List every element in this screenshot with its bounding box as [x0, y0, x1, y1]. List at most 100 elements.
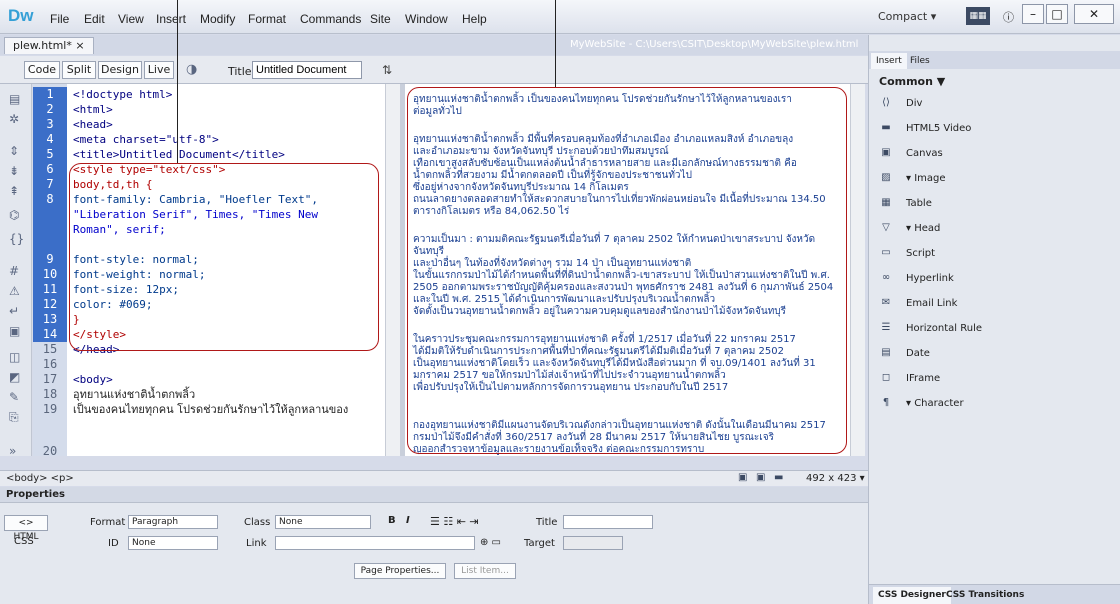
id-label: ID [108, 538, 119, 549]
word-wrap-icon[interactable]: ↵ [9, 304, 19, 318]
title-attr-label: Title [536, 517, 558, 528]
insert-horizontal-rule[interactable]: ☰ Horizontal Rule [879, 320, 1109, 340]
insert-script[interactable]: ▭ Script [879, 245, 1109, 265]
menu-site[interactable]: Site [370, 12, 391, 26]
menu-format[interactable]: Format [248, 12, 286, 26]
insert-canvas[interactable]: ▣ Canvas [879, 145, 1109, 165]
list-icons[interactable]: ☰ ☷ ⇤ ⇥ [430, 515, 479, 528]
workspace-switcher[interactable]: Compact ▾ [878, 10, 936, 23]
info-icon[interactable]: ⓘ [1003, 9, 1014, 25]
tablet-size-icon[interactable]: ▣ [756, 472, 765, 483]
desktop-size-icon[interactable]: ▬ [774, 472, 783, 483]
menu-view[interactable]: View [118, 12, 144, 26]
class-select[interactable]: None [275, 515, 371, 529]
select-parent-icon[interactable]: ⌬ [9, 208, 19, 222]
insert-html5-video[interactable]: ▬ HTML5 Video [879, 120, 1109, 140]
line-number: 1 [33, 87, 67, 102]
right-panel: Insert Files Common ▼ ⟨⟩ Div ▬ HTML5 Video… [868, 35, 1120, 604]
file-management-icon[interactable]: ⇅ [382, 63, 392, 77]
link-input[interactable] [275, 536, 475, 550]
collapse-tag-icon[interactable]: ⇟ [9, 164, 19, 178]
tab-css-transitions[interactable]: CSS Transitions [941, 587, 1029, 604]
minimize-button[interactable]: – [1022, 4, 1044, 24]
insert-iframe[interactable]: ◻ IFrame [879, 370, 1109, 390]
line-number: 12 [33, 297, 67, 312]
insert-date[interactable]: ▤ Date [879, 345, 1109, 365]
insert-files-tabs: Insert Files [869, 51, 1120, 69]
italic-button[interactable]: I [406, 515, 410, 526]
line-number: 13 [33, 312, 67, 327]
insert-item-label: Table [906, 198, 932, 209]
menu-modify[interactable]: Modify [200, 12, 235, 26]
remove-comment-icon[interactable]: ◩ [9, 370, 20, 384]
tab-plew-html[interactable]: plew.html* × [4, 37, 94, 54]
split-view-button[interactable]: Split [62, 61, 96, 79]
id-select[interactable]: None [128, 536, 218, 550]
browse-folder-icon[interactable]: ⊕ ▭ [480, 537, 501, 548]
css-mode-button[interactable]: CSS [14, 536, 34, 547]
expand-icon[interactable]: ⇕ [9, 144, 19, 158]
syntax-error-icon[interactable]: ▣ [9, 324, 20, 338]
menu-file[interactable]: File [50, 12, 69, 26]
format-select[interactable]: Paragraph [128, 515, 218, 529]
document-title-input[interactable] [252, 61, 362, 79]
list-item-button[interactable]: List Item... [454, 563, 516, 579]
line-number: 18 [42, 387, 58, 401]
apply-comment-icon[interactable]: ◫ [9, 350, 20, 364]
maximize-button[interactable]: □ [1046, 4, 1068, 24]
bold-button[interactable]: B [388, 515, 396, 526]
window-size[interactable]: 492 x 423 ▾ [806, 473, 865, 484]
page-properties-button[interactable]: Page Properties... [354, 563, 446, 579]
menu-insert[interactable]: Insert [156, 12, 186, 26]
close-button[interactable]: ✕ [1074, 4, 1114, 24]
line-number: 16 [42, 357, 58, 371]
grid-icon[interactable]: ▦▦ [966, 7, 990, 25]
target-select[interactable] [563, 536, 623, 550]
globe-icon[interactable]: ◑ [186, 62, 197, 77]
insert-hyperlink[interactable]: ∞ Hyperlink [879, 270, 1109, 290]
menu-window[interactable]: Window [405, 12, 448, 26]
tab-files[interactable]: Files [905, 53, 935, 69]
insert-table[interactable]: ▦ Table [879, 195, 1109, 215]
title-attr-input[interactable] [563, 515, 653, 529]
insert-div[interactable]: ⟨⟩ Div [879, 95, 1109, 115]
design-view-button[interactable]: Design [98, 61, 142, 79]
target-label: Target [524, 538, 555, 549]
line-number: 17 [42, 372, 58, 386]
snippets-icon[interactable]: ✲ [9, 112, 19, 126]
open-documents-icon[interactable]: ▤ [9, 92, 20, 106]
code-scrollbar[interactable] [385, 84, 400, 456]
insert-image[interactable]: ▨ ▾ Image [879, 170, 1109, 190]
menu-help[interactable]: Help [462, 12, 487, 26]
highlight-invalid-icon[interactable]: ⚠ [9, 284, 20, 298]
tab-insert[interactable]: Insert [871, 53, 907, 69]
design-scrollbar[interactable] [850, 84, 865, 456]
insert-item-label: Date [906, 348, 930, 359]
date-icon: ▤ [881, 347, 891, 358]
mobile-size-icon[interactable]: ▣ [738, 472, 747, 483]
code-view-button[interactable]: Code [24, 61, 60, 79]
tab-css-designer[interactable]: CSS Designer [873, 587, 951, 604]
code-line: เป็นของคนไทยทุกคน โปรดช่วยกันรักษาไว้ให้… [73, 403, 349, 416]
insert-email-link[interactable]: ✉ Email Link [879, 295, 1109, 315]
line-numbers: 1 2 3 4 5 6 7 8 9 10 11 12 13 14 15 16 1… [33, 84, 67, 458]
category-selector[interactable]: Common ▼ [879, 75, 945, 88]
collapse-selection-icon[interactable]: ⇞ [9, 184, 19, 198]
line-numbers-icon[interactable]: # [9, 264, 19, 278]
recent-snippets-icon[interactable]: ⎘ [9, 410, 19, 425]
menu-commands[interactable]: Commands [300, 12, 361, 26]
properties-title: Properties [6, 489, 65, 500]
menu-edit[interactable]: Edit [84, 12, 105, 26]
insert-character[interactable]: ¶ ▾ Character [879, 395, 1109, 415]
insert-head[interactable]: ▽ ▾ Head [879, 220, 1109, 240]
tag-selector[interactable]: <body> <p> [6, 473, 74, 484]
insert-item-label: Horizontal Rule [906, 323, 983, 334]
canvas-icon: ▣ [881, 147, 891, 158]
balance-braces-icon[interactable]: {} [9, 232, 24, 246]
more-icon[interactable]: » [9, 444, 16, 458]
live-view-button[interactable]: Live [144, 61, 174, 79]
hyperlink-icon: ∞ [881, 272, 891, 283]
wrap-tag-icon[interactable]: ✎ [9, 390, 19, 404]
insert-item-label: Canvas [906, 148, 943, 159]
html-mode-button[interactable]: <> HTML [4, 515, 48, 542]
